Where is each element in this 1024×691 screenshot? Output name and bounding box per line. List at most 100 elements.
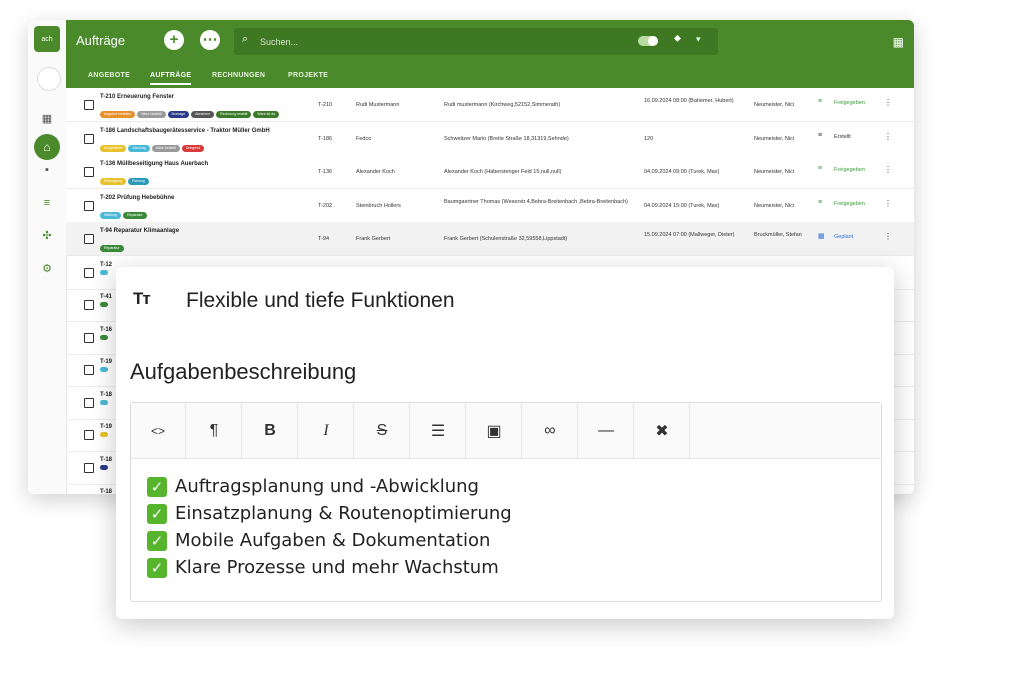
text-format-icon: Tт: [133, 289, 151, 308]
status-icon: ≡: [818, 98, 823, 105]
order-title[interactable]: T-18: [100, 457, 112, 463]
order-title[interactable]: T-19: [100, 424, 112, 430]
check-mark-icon: ✓: [147, 557, 167, 578]
tag-chip: [100, 367, 108, 372]
horizontal-rule-icon: —: [598, 421, 614, 439]
contact-name: Steinbruch Hollers: [356, 202, 401, 209]
calendar-icon[interactable]: ▦: [40, 112, 54, 126]
status-badge: Freigegeben: [834, 167, 865, 173]
scheduled-date: 16.09.2024 08:00 (Bahemer, Hubert): [644, 98, 734, 104]
link-button[interactable]: ∞: [523, 403, 578, 458]
table-row[interactable]: T-210 Erneuerung Fenster Angebot erstelle…: [66, 88, 914, 122]
row-checkbox[interactable]: [84, 267, 94, 278]
tag-chip: Reparatur: [100, 245, 124, 252]
italic-button[interactable]: I: [299, 403, 354, 458]
chevron-down-icon[interactable]: ▾: [696, 34, 701, 45]
row-checkbox[interactable]: [84, 100, 94, 110]
clear-format-button[interactable]: ✖: [635, 403, 690, 458]
editor-toolbar: <> ¶ B I S ☰ ▣ ∞ — ✖: [131, 403, 881, 459]
tag-chip: [100, 269, 108, 275]
status-badge: Erstellt: [834, 133, 851, 140]
row-checkbox[interactable]: [84, 332, 94, 343]
tag-filter-icon[interactable]: ⬥: [674, 33, 681, 44]
table-row[interactable]: T-136 Müllbeseitigung Haus Auerbach Entso…: [66, 155, 914, 189]
contact-name: Alexander Koch: [356, 169, 395, 175]
assignee: Neumeister, Nici: [754, 135, 795, 142]
tab-auftraege[interactable]: AUFTRÄGE: [150, 72, 192, 85]
row-checkbox[interactable]: [84, 397, 94, 408]
row-checkbox[interactable]: [84, 430, 94, 440]
order-title[interactable]: T-16: [100, 327, 112, 333]
row-checkbox[interactable]: [84, 133, 94, 144]
apps-grid-icon[interactable]: ▦: [893, 35, 904, 49]
row-menu-icon[interactable]: ⋮: [884, 199, 892, 208]
image-button[interactable]: ▣: [467, 403, 522, 458]
fan-icon[interactable]: ✣: [40, 229, 54, 243]
code-button[interactable]: <>: [131, 403, 186, 458]
contact-name: Frank Gerbert: [356, 236, 391, 242]
order-title[interactable]: T-186 Landschaftsbaugerätesservice - Tra…: [100, 128, 270, 134]
settings-icon[interactable]: ⚙: [40, 262, 54, 276]
editor-content[interactable]: ✓ Auftragsplanung und -Abwicklung ✓ Einsatz…: [147, 473, 865, 581]
table-row[interactable]: T-186 Landschaftsbaugerätesservice - Tra…: [66, 121, 914, 156]
check-mark-icon: ✓: [147, 503, 167, 524]
order-title[interactable]: T-19: [100, 359, 112, 365]
order-title[interactable]: T-18: [100, 489, 112, 494]
order-title[interactable]: T-202 Prüfung Hebebühne: [100, 195, 174, 201]
list-icon[interactable]: ≡: [40, 196, 54, 210]
row-menu-icon[interactable]: ⋮: [884, 165, 892, 174]
assignee: Neumeister, Nici: [754, 102, 795, 108]
dashboard-icon[interactable]: ▪: [40, 163, 54, 177]
tag-list: Ausgeliefert Wartung Ware bestellt Dringend: [100, 136, 300, 154]
search-bar[interactable]: ⌕ ⬥ ▾: [234, 28, 718, 55]
row-checkbox[interactable]: [84, 234, 94, 244]
tag-chip: [100, 464, 108, 470]
row-checkbox[interactable]: [84, 365, 94, 375]
search-input[interactable]: [258, 33, 602, 51]
table-row[interactable]: T-94 Reparatur Klimaanlage Reparatur T-94 F…: [66, 222, 914, 256]
search-icon: ⌕: [242, 33, 249, 45]
section-title: Aufgabenbeschreibung: [130, 359, 357, 384]
order-title[interactable]: T-210 Erneuerung Fenster: [100, 94, 174, 100]
tag-chip: Wartung: [100, 211, 122, 219]
paragraph-button[interactable]: ¶: [187, 403, 242, 458]
list-button[interactable]: ☰: [411, 403, 466, 458]
customer-address: Baumgaertner Thomas (Weserstr.4,Bebra-Br…: [444, 198, 628, 205]
page-title: Aufträge: [76, 33, 126, 48]
calendar-icon: ▦: [818, 233, 825, 240]
home-icon[interactable]: ⌂: [34, 134, 60, 160]
bold-button[interactable]: B: [243, 403, 298, 458]
feature-card: Tт Flexible und tiefe Funktionen Aufgabe…: [116, 267, 894, 619]
table-row[interactable]: T-202 Prüfung Hebebühne Wartung Reparatur T…: [66, 188, 914, 223]
more-options-button[interactable]: ⋯: [200, 30, 220, 50]
row-checkbox[interactable]: [84, 300, 94, 310]
order-title[interactable]: T-18: [100, 392, 112, 398]
tab-angebote[interactable]: ANGEBOTE: [88, 72, 130, 79]
horizontal-rule-button[interactable]: —: [579, 403, 634, 458]
order-title[interactable]: T-12: [100, 262, 112, 268]
tag-chip: Rechnung erstellt: [216, 111, 252, 118]
assignee: Neumeister, Nici: [754, 202, 795, 209]
tag-list: Angebot erstellen Ware bestellt Montage Abn…: [100, 102, 300, 120]
checklist-item: ✓ Einsatzplanung & Routenoptimierung: [147, 500, 865, 527]
tag-chip: [100, 399, 108, 405]
row-checkbox[interactable]: [84, 200, 94, 211]
order-title[interactable]: T-136 Müllbeseitigung Haus Auerbach: [100, 161, 208, 167]
order-title[interactable]: T-41: [100, 294, 112, 300]
row-checkbox[interactable]: [84, 167, 94, 177]
tab-projekte[interactable]: PROJEKTE: [288, 72, 328, 79]
row-menu-icon[interactable]: ⋮: [884, 232, 892, 241]
row-menu-icon[interactable]: ⋮: [884, 98, 892, 107]
menu-toggle-icon[interactable]: [37, 67, 61, 91]
contact-name: Rudi Mustermann: [356, 102, 400, 108]
row-checkbox[interactable]: [84, 462, 94, 473]
check-mark-icon: ✓: [147, 476, 167, 497]
filter-toggle[interactable]: [638, 36, 658, 46]
order-title[interactable]: T-94 Reparatur Klimaanlage: [100, 228, 179, 234]
row-menu-icon[interactable]: ⋮: [884, 132, 892, 141]
app-logo[interactable]: ach: [34, 26, 60, 52]
clear-format-icon: ✖: [655, 422, 669, 440]
tab-rechnungen[interactable]: RECHNUNGEN: [212, 72, 265, 79]
strikethrough-button[interactable]: S: [355, 403, 410, 458]
add-button[interactable]: +: [164, 30, 184, 50]
